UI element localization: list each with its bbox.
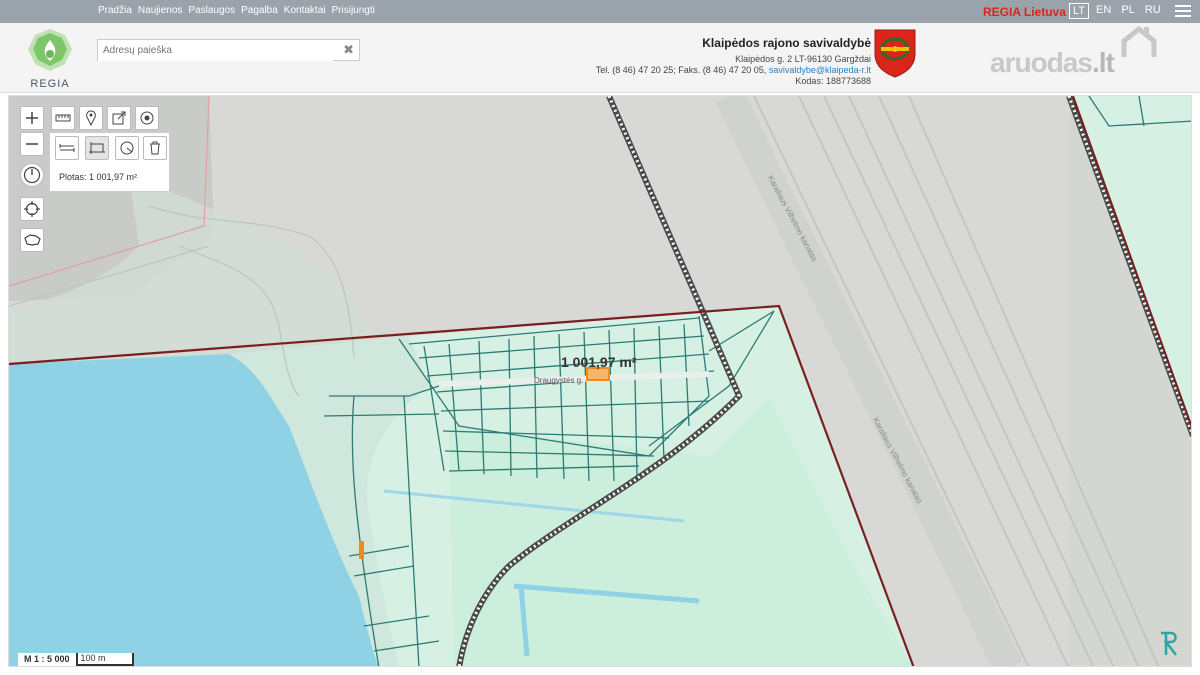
hamburger-menu-icon[interactable] — [1175, 5, 1191, 18]
municipality-info: Klaipėdos rajono savivaldybė Klaipėdos g… — [596, 36, 871, 87]
map-canvas[interactable] — [9, 96, 1192, 667]
lang-pl[interactable]: PL — [1118, 3, 1137, 19]
nav-help[interactable]: Pagalba — [241, 5, 278, 16]
nav-home[interactable]: Pradžia — [98, 5, 132, 16]
top-navigation-bar: Pradžia Naujienos Paslaugos Pagalba Kont… — [0, 0, 1200, 23]
lang-ru[interactable]: RU — [1142, 3, 1164, 19]
marker-icon[interactable] — [79, 106, 103, 130]
municipality-contacts: Tel. (8 46) 47 20 25; Faks. (8 46) 47 20… — [596, 65, 871, 76]
lithuania-outline-icon[interactable] — [20, 228, 44, 252]
area-measure-label: 1 001,97 m² — [561, 354, 637, 370]
close-icon[interactable]: ✖ — [343, 42, 354, 58]
main-nav: Pradžia Naujienos Paslaugos Pagalba Kont… — [98, 5, 375, 16]
parcel-highlight — [359, 541, 364, 559]
lang-en[interactable]: EN — [1093, 3, 1114, 19]
municipality-code: Kodas: 188773688 — [795, 76, 871, 86]
address-search-input[interactable] — [98, 40, 333, 61]
zoom-in-icon[interactable] — [20, 106, 44, 130]
nav-login[interactable]: Prisijungti — [332, 5, 375, 16]
scale-ratio: M 1 : 5 000 — [24, 654, 70, 664]
municipality-address: Klaipėdos g. 2 LT-96130 Gargždai — [735, 54, 871, 64]
regia-logo[interactable]: REGIA — [26, 28, 74, 90]
map-viewport[interactable]: 1 001,97 m² Draugystės g. Karaliaus Vilh… — [8, 95, 1192, 667]
rc-logo-icon — [1161, 631, 1177, 656]
compass-icon[interactable] — [20, 163, 44, 187]
measure-ruler-icon[interactable] — [51, 106, 75, 130]
target-icon[interactable] — [135, 106, 159, 130]
lang-lt[interactable]: LT — [1069, 3, 1090, 19]
municipality-email-link[interactable]: savivaldybe@klaipeda-r.lt — [769, 65, 871, 75]
regia-lietuva-link[interactable]: REGIA Lietuva — [983, 5, 1066, 19]
house-icon — [1121, 25, 1157, 57]
trash-icon[interactable] — [143, 136, 167, 160]
share-icon[interactable] — [107, 106, 131, 130]
nav-services[interactable]: Paslaugos — [188, 5, 235, 16]
scale-bar: 100 m — [75, 653, 134, 666]
municipality-name: Klaipėdos rajono savivaldybė — [702, 36, 871, 50]
municipality-phone: Tel. (8 46) 47 20 25; Faks. (8 46) 47 20… — [595, 65, 767, 75]
aruodas-suffix: .lt — [1091, 47, 1115, 78]
address-search: ✖ — [97, 39, 360, 61]
language-switcher: LT EN PL RU — [1069, 3, 1164, 19]
street-label: Draugystės g. — [534, 376, 584, 385]
area-measure-result: Plotas: 1 001,97 m² — [59, 172, 138, 182]
map-scale: M 1 : 5 000 100 m — [18, 653, 134, 666]
aruodas-word: aruodas — [990, 47, 1093, 78]
locate-icon[interactable] — [20, 197, 44, 221]
regia-logo-icon — [28, 29, 72, 71]
municipality-crest-icon — [874, 29, 916, 78]
measure-area-icon[interactable] — [85, 136, 109, 160]
nav-news[interactable]: Naujienos — [138, 5, 182, 16]
site-header: REGIA ✖ Klaipėdos rajono savivaldybė Kla… — [0, 23, 1200, 93]
measure-radius-icon[interactable] — [115, 136, 139, 160]
measure-line-icon[interactable] — [55, 136, 79, 160]
zoom-out-icon[interactable] — [20, 132, 44, 156]
regia-brand-text: REGIA — [30, 78, 70, 90]
nav-contacts[interactable]: Kontaktai — [284, 5, 326, 16]
aruodas-logo[interactable]: aruodas.lt — [990, 25, 1157, 79]
